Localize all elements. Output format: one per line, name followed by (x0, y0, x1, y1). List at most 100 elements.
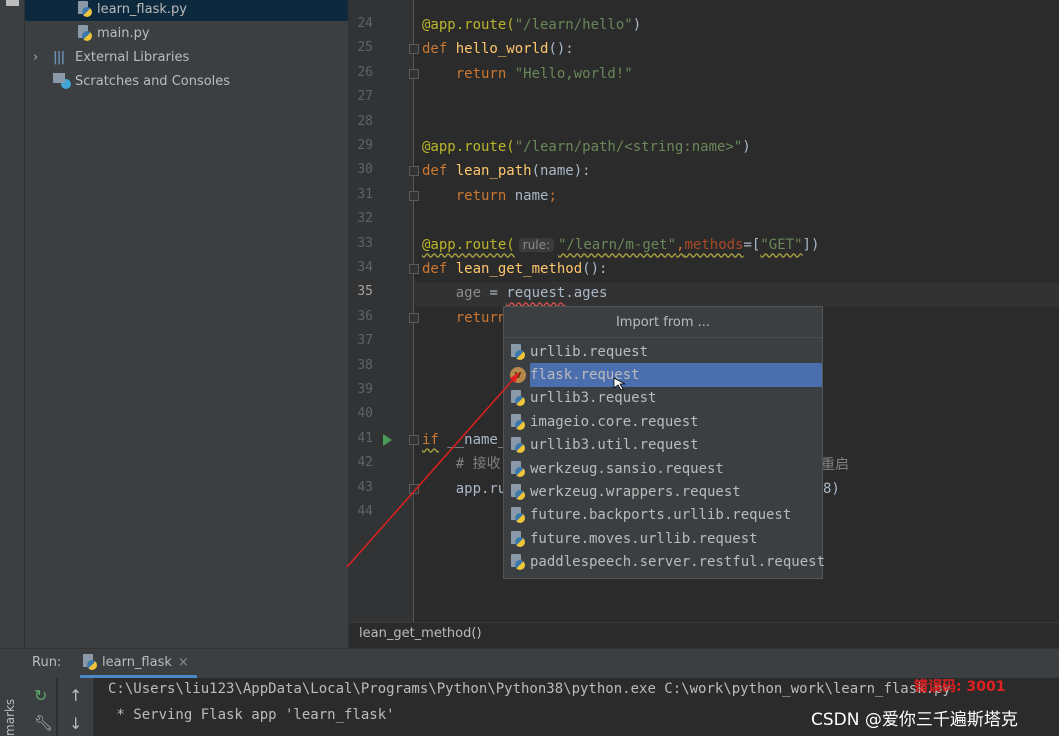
code-token: app.ru (422, 481, 506, 497)
code-token: age (456, 285, 481, 301)
line42-overflow: 重启 (821, 453, 849, 477)
fold-end-icon[interactable] (409, 69, 419, 79)
close-icon[interactable]: × (178, 655, 189, 670)
python-module-icon (510, 484, 526, 500)
run-tab-label: learn_flask (102, 655, 172, 670)
code-token: ]) (803, 237, 820, 253)
code-line: return (422, 306, 506, 330)
line-number: 37 (349, 333, 373, 348)
run-tab-learn-flask[interactable]: learn_flask × (80, 649, 197, 678)
python-icon (82, 654, 98, 670)
tree-item-scratches[interactable]: Scratches and Consoles (53, 69, 230, 93)
import-option[interactable]: werkzeug.wrappers.request (504, 480, 822, 503)
fold-end-icon[interactable] (409, 191, 419, 201)
console-line: C:\Users\liu123\AppData\Local\Programs\P… (108, 681, 951, 697)
python-file-icon (77, 25, 93, 41)
import-option[interactable]: imageio.core.request (504, 410, 822, 433)
watermark: CSDN @爱你三千遍斯塔克 (811, 705, 1018, 730)
run-toolbar: Run: learn_flask × (0, 648, 1059, 678)
code-token: ) (633, 17, 641, 33)
code-token: @app.route( (422, 237, 515, 253)
library-icon: ||| (53, 50, 71, 65)
code-line: @app.route("/learn/hello") (422, 13, 641, 37)
code-token: if (422, 432, 439, 448)
code-token: return (422, 310, 506, 326)
project-panel: learn_flask.py main.py ›|||External Libr… (25, 0, 349, 648)
line-number: 29 (349, 138, 373, 153)
bookmarks-tab[interactable]: marks (3, 699, 17, 736)
line-number: 38 (349, 358, 373, 373)
left-tool-strip (0, 0, 25, 648)
code-token: "/learn/hello" (515, 17, 633, 33)
import-option[interactable]: flask.request (530, 363, 822, 386)
down-arrow-icon[interactable]: ↓ (69, 714, 82, 733)
fold-end-icon[interactable] (409, 484, 419, 494)
python-module-icon (510, 461, 526, 477)
tree-item-learn-flask[interactable]: learn_flask.py (25, 0, 348, 21)
python-module-icon (510, 414, 526, 430)
up-arrow-icon[interactable]: ↑ (69, 686, 82, 705)
import-option[interactable]: urllib3.request (504, 387, 822, 410)
import-option[interactable]: werkzeug.sansio.request (504, 457, 822, 480)
import-option[interactable]: paddlespeech.server.restful.request (504, 551, 822, 574)
line-number: 35 (349, 284, 373, 299)
line-number: 39 (349, 382, 373, 397)
line-number: 44 (349, 504, 373, 519)
code-token: def (422, 41, 456, 57)
project-tool-icon[interactable] (6, 0, 19, 6)
fold-icon[interactable] (409, 44, 419, 54)
import-option[interactable]: urllib.request (504, 340, 822, 363)
line-number: 30 (349, 162, 373, 177)
tree-item-external-libraries[interactable]: ›|||External Libraries (33, 45, 189, 69)
fold-icon[interactable] (409, 166, 419, 176)
rerun-icon[interactable]: ↻ (34, 686, 47, 705)
code-token: methods (684, 237, 743, 253)
code-token: return (422, 188, 515, 204)
code-token: "/learn/m-get" (558, 237, 676, 253)
python-module-icon (510, 390, 526, 406)
code-line: age = request.ages (422, 281, 607, 305)
code-token: # 接收 (422, 456, 501, 472)
chevron-right-icon[interactable]: › (33, 50, 53, 65)
code-token: = (481, 285, 506, 301)
tree-item-main[interactable]: main.py (77, 21, 150, 45)
import-option[interactable]: future.backports.urllib.request (504, 504, 822, 527)
import-option-label: flask.request (530, 367, 640, 383)
code-line: return name; (422, 184, 557, 208)
code-token: __name_ (439, 432, 506, 448)
console-line: * Serving Flask app 'learn_flask' (108, 707, 395, 723)
gutter: 2425262728293031323334353637383940414243… (349, 0, 414, 622)
run-label: Run: (32, 655, 61, 670)
code-token: (): (582, 261, 607, 277)
code-token: =[ (744, 237, 761, 253)
tree-label: Scratches and Consoles (75, 74, 230, 89)
breadcrumb[interactable]: lean_get_method() (349, 622, 1059, 648)
run-gutter-icon[interactable] (383, 434, 392, 446)
fold-icon[interactable] (409, 264, 419, 274)
import-option-label: werkzeug.wrappers.request (530, 484, 741, 500)
python-module-icon (510, 437, 526, 453)
fold-end-icon[interactable] (409, 435, 419, 445)
wrench-icon[interactable]: 🔧︎ (34, 714, 53, 732)
import-option-label: paddlespeech.server.restful.request (530, 554, 825, 570)
code-token: def (422, 163, 456, 179)
code-token: (): (548, 41, 573, 57)
code-line: app.ru (422, 477, 506, 501)
import-option-label: werkzeug.sansio.request (530, 461, 724, 477)
import-popup[interactable]: Import from ... urllib.requestvflask.req… (503, 306, 823, 579)
line-number: 43 (349, 480, 373, 495)
code-token: name (515, 188, 549, 204)
code-token: rule: (519, 238, 554, 252)
error-code-annotation: 错误码: 3001 (914, 676, 1005, 696)
import-option-label: future.backports.urllib.request (530, 507, 791, 523)
import-option-label: urllib.request (530, 344, 648, 360)
fold-end-icon[interactable] (409, 313, 419, 323)
code-token: lean_path (456, 163, 532, 179)
line-number: 26 (349, 65, 373, 80)
import-option[interactable]: urllib3.util.request (504, 434, 822, 457)
code-token: @app.route( (422, 17, 515, 33)
import-option[interactable]: future.moves.urllib.request (504, 527, 822, 550)
scratches-icon (53, 73, 71, 89)
python-module-icon (510, 531, 526, 547)
line-number: 34 (349, 260, 373, 275)
